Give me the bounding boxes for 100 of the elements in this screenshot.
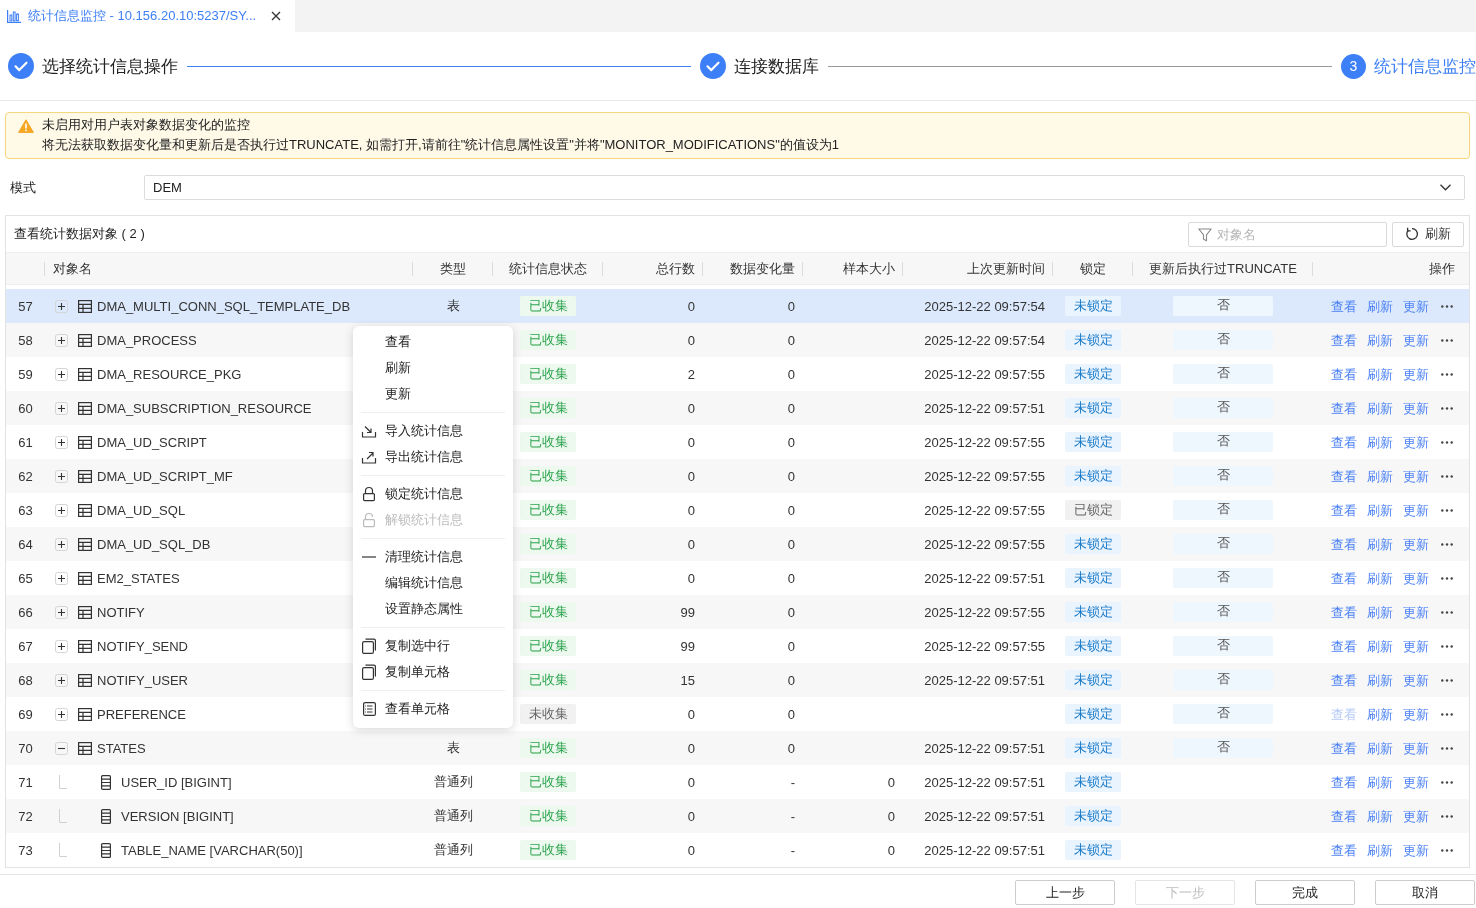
menu-item[interactable]: 复制选中行	[353, 633, 513, 659]
row-action-link[interactable]: 刷新	[1367, 602, 1393, 622]
more-icon[interactable]	[1441, 474, 1453, 478]
row-action-link[interactable]: 更新	[1403, 806, 1429, 826]
row-action-link[interactable]: 更新	[1403, 840, 1429, 860]
plus-box-icon[interactable]	[55, 299, 68, 313]
row-action-link[interactable]: 更新	[1403, 772, 1429, 792]
row-action-link[interactable]: 更新	[1403, 670, 1429, 690]
minus-box-icon[interactable]	[55, 741, 68, 755]
plus-box-icon[interactable]	[55, 673, 68, 687]
lock-tag: 已锁定	[1065, 500, 1121, 520]
plus-box-icon[interactable]	[55, 503, 68, 517]
row-action-link[interactable]: 更新	[1403, 500, 1429, 520]
row-action-link[interactable]: 刷新	[1367, 568, 1393, 588]
more-icon[interactable]	[1441, 848, 1453, 852]
row-action-link[interactable]: 查看	[1331, 330, 1357, 350]
row-action-link[interactable]: 刷新	[1367, 636, 1393, 656]
plus-box-icon[interactable]	[55, 401, 68, 415]
filter-field[interactable]: 对象名	[1188, 221, 1387, 247]
row-action-link[interactable]: 查看	[1331, 364, 1357, 384]
row-action-link[interactable]: 更新	[1403, 364, 1429, 384]
row-action-link[interactable]: 查看	[1331, 296, 1357, 316]
close-icon[interactable]	[271, 11, 281, 21]
row-action-link[interactable]: 更新	[1403, 296, 1429, 316]
menu-item[interactable]: 设置静态属性	[353, 596, 513, 622]
table-row[interactable]: 72 VERSION [BIGINT] 普通列 已收集 0 - 0 2025-12-22 09:57:51 未锁定 查看 刷新 更新	[6, 799, 1469, 833]
more-icon[interactable]	[1441, 440, 1453, 444]
row-action-link[interactable]: 刷新	[1367, 330, 1393, 350]
tab[interactable]: 统计信息监控 - 10.156.20.10:5237/SY...	[0, 0, 295, 32]
row-action-link[interactable]: 刷新	[1367, 364, 1393, 384]
footer-button[interactable]: 完成	[1255, 880, 1355, 905]
row-action-link[interactable]: 更新	[1403, 398, 1429, 418]
plus-box-icon[interactable]	[55, 707, 68, 721]
row-action-link[interactable]: 更新	[1403, 704, 1429, 724]
menu-item[interactable]: 编辑统计信息	[353, 570, 513, 596]
row-action-link[interactable]: 更新	[1403, 636, 1429, 656]
more-icon[interactable]	[1441, 644, 1453, 648]
row-action-link[interactable]: 查看	[1331, 772, 1357, 792]
row-action-link[interactable]: 查看	[1331, 500, 1357, 520]
more-icon[interactable]	[1441, 576, 1453, 580]
menu-item[interactable]: 查看单元格	[353, 696, 513, 722]
plus-box-icon[interactable]	[55, 435, 68, 449]
more-icon[interactable]	[1441, 712, 1453, 716]
more-icon[interactable]	[1441, 338, 1453, 342]
row-action-link[interactable]: 更新	[1403, 534, 1429, 554]
more-icon[interactable]	[1441, 304, 1453, 308]
more-icon[interactable]	[1441, 372, 1453, 376]
row-action-link[interactable]: 查看	[1331, 738, 1357, 758]
row-action-link[interactable]: 刷新	[1367, 466, 1393, 486]
row-action-link[interactable]: 刷新	[1367, 432, 1393, 452]
row-action-link[interactable]: 更新	[1403, 738, 1429, 758]
row-action-link[interactable]: 刷新	[1367, 534, 1393, 554]
menu-item[interactable]: 查看	[353, 329, 513, 355]
plus-box-icon[interactable]	[55, 333, 68, 347]
row-action-link[interactable]: 查看	[1331, 466, 1357, 486]
row-action-link[interactable]: 查看	[1331, 534, 1357, 554]
row-action-link[interactable]: 查看	[1331, 568, 1357, 588]
row-action-link[interactable]: 更新	[1403, 568, 1429, 588]
more-icon[interactable]	[1441, 508, 1453, 512]
plus-box-icon[interactable]	[55, 367, 68, 381]
more-icon[interactable]	[1441, 746, 1453, 750]
plus-box-icon[interactable]	[55, 639, 68, 653]
more-icon[interactable]	[1441, 814, 1453, 818]
plus-box-icon[interactable]	[55, 537, 68, 551]
row-action-link[interactable]: 查看	[1331, 432, 1357, 452]
menu-item[interactable]: 刷新	[353, 355, 513, 381]
row-action-link[interactable]: 刷新	[1367, 840, 1393, 860]
mode-select[interactable]: DEM	[144, 175, 1465, 200]
row-action-link[interactable]: 刷新	[1367, 670, 1393, 690]
row-action-link[interactable]: 查看	[1331, 670, 1357, 690]
row-action-link[interactable]: 更新	[1403, 602, 1429, 622]
plus-box-icon[interactable]	[55, 469, 68, 483]
refresh-button[interactable]: 刷新	[1392, 221, 1464, 247]
row-action-link[interactable]: 刷新	[1367, 296, 1393, 316]
row-action-link[interactable]: 刷新	[1367, 738, 1393, 758]
more-icon[interactable]	[1441, 406, 1453, 410]
row-action-link[interactable]: 刷新	[1367, 772, 1393, 792]
row-action-link[interactable]: 刷新	[1367, 704, 1393, 724]
table-row[interactable]: 57 DMA_MULTI_CONN_SQL_TEMPLATE_DB 表 已收集 0 0 2025-12-22 09:57:54 未锁定 否 查看 刷新 更新	[6, 289, 1469, 323]
row-action-link[interactable]: 更新	[1403, 330, 1429, 350]
more-icon[interactable]	[1441, 678, 1453, 682]
row-action-link[interactable]: 更新	[1403, 466, 1429, 486]
plus-box-icon[interactable]	[55, 605, 68, 619]
footer-button[interactable]: 取消	[1375, 880, 1475, 905]
row-action-link[interactable]: 查看	[1331, 636, 1357, 656]
row-action-link[interactable]: 查看	[1331, 602, 1357, 622]
row-action-link[interactable]: 查看	[1331, 806, 1357, 826]
row-action-link[interactable]: 刷新	[1367, 398, 1393, 418]
row-action-link[interactable]: 查看	[1331, 840, 1357, 860]
row-action-link[interactable]: 刷新	[1367, 500, 1393, 520]
footer-button[interactable]: 上一步	[1015, 880, 1115, 905]
row-action-link[interactable]: 更新	[1403, 432, 1429, 452]
more-icon[interactable]	[1441, 780, 1453, 784]
plus-box-icon[interactable]	[55, 571, 68, 585]
truncate-tag: 否	[1173, 602, 1273, 622]
more-icon[interactable]	[1441, 542, 1453, 546]
row-action-link[interactable]: 查看	[1331, 398, 1357, 418]
more-icon[interactable]	[1441, 610, 1453, 614]
table-row[interactable]: 70 STATES 表 已收集 0 0 2025-12-22 09:57:51 未锁定 否 查看 刷新 更新	[6, 731, 1469, 765]
row-action-link[interactable]: 刷新	[1367, 806, 1393, 826]
